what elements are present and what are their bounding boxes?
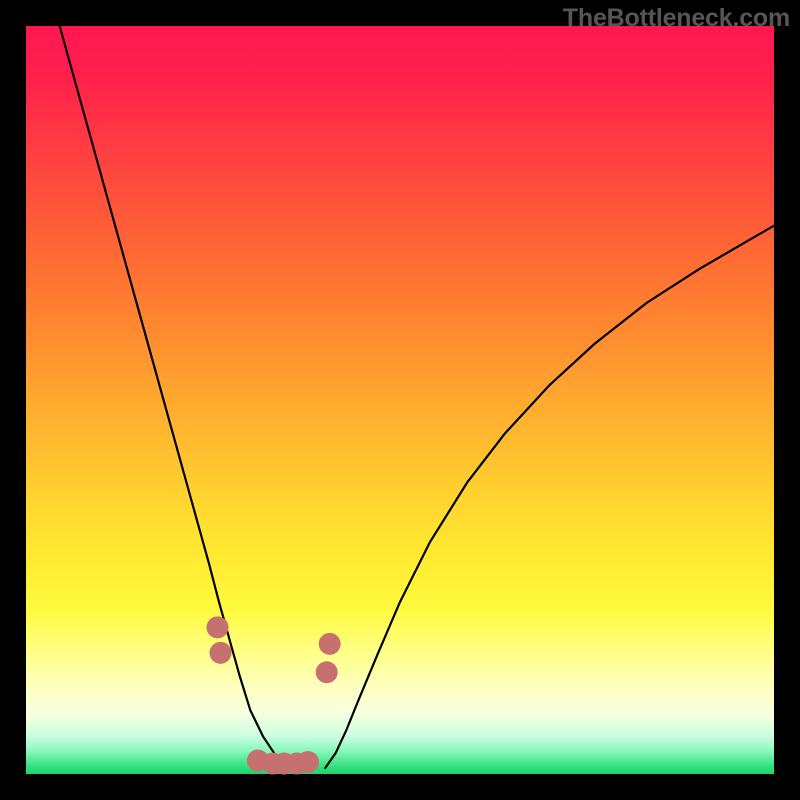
marker (209, 642, 231, 664)
series-curve-left (60, 26, 291, 768)
marker (316, 661, 338, 683)
series-curve-right (325, 226, 774, 768)
marker (297, 751, 319, 773)
marker (319, 633, 341, 655)
watermark-label: TheBottleneck.com (563, 4, 790, 33)
chart-overlay (26, 26, 774, 774)
marker (206, 616, 228, 638)
